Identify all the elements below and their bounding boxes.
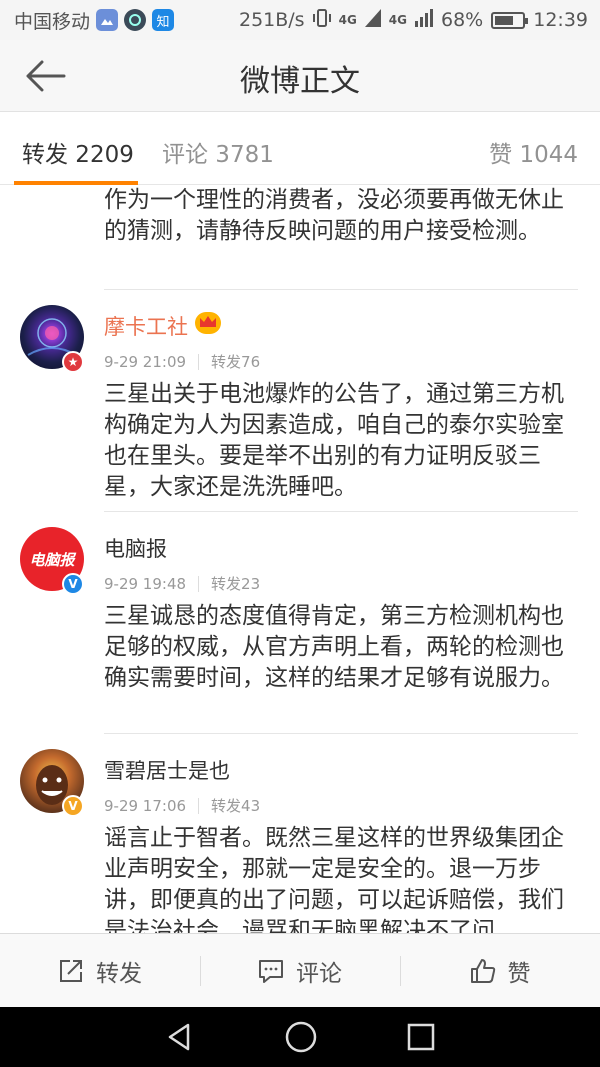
nav-recents-icon[interactable] <box>406 1022 436 1052</box>
repost-button[interactable]: 转发 <box>0 934 200 1007</box>
tab-like[interactable]: 赞 1044 <box>489 135 578 169</box>
divider <box>104 511 578 512</box>
like-button-label: 赞 <box>507 960 531 987</box>
user-name[interactable]: 雪碧居士是也 <box>104 755 230 785</box>
carrier-label: 中国移动 <box>14 10 91 33</box>
title-bar: 微博正文 <box>0 40 600 112</box>
comment-icon <box>259 959 283 983</box>
signal-icon-2 <box>415 8 433 32</box>
page-title: 微博正文 <box>240 64 360 99</box>
tab-repost[interactable]: 转发 2209 <box>22 135 134 169</box>
zhihu-app-icon: 知 <box>152 9 175 31</box>
clock: 12:39 <box>533 9 588 31</box>
like-button[interactable]: 赞 <box>400 934 600 1007</box>
tab-comment[interactable]: 评论 3781 <box>162 135 274 169</box>
truncated-repost-text: 作为一个理性的消费者，没必须要再做无休止的猜测，请静待反映问题的用户接受检测。 <box>104 187 564 244</box>
repost-count: 转发43 <box>211 797 261 815</box>
repost-count: 转发23 <box>211 575 261 593</box>
thumbs-up-icon <box>470 958 495 983</box>
meta-separator <box>198 353 200 370</box>
repost-button-label: 转发 <box>96 960 142 987</box>
repost-count: 转发76 <box>211 353 261 371</box>
battery-percent: 68% <box>441 9 484 31</box>
nav-home-icon[interactable] <box>284 1020 318 1054</box>
repost-list[interactable]: 作为一个理性的消费者，没必须要再做无休止的猜测，请静待反映问题的用户接受检测。 … <box>0 185 600 933</box>
post-time: 9-29 21:09 <box>104 352 187 371</box>
meta-separator <box>198 575 200 592</box>
network-type-1: 4G <box>338 13 357 27</box>
post-meta: 9-29 17:06 转发43 <box>104 795 260 816</box>
avatar-text: 电脑报 <box>29 550 75 569</box>
post-time: 9-29 17:06 <box>104 796 187 815</box>
repost-text: 三星诚恳的态度值得肯定，第三方检测机构也足够的权威，从官方声明上看，两轮的检测也… <box>104 603 564 691</box>
tab-bar: 转发 2209 评论 3781 赞 1044 <box>0 113 600 185</box>
status-bar: 中国移动 知 251B/s 4G 4G 68% 12:39 <box>0 0 600 40</box>
post-time: 9-29 19:48 <box>104 574 187 593</box>
user-name[interactable]: 电脑报 <box>104 533 167 563</box>
post-meta: 9-29 19:48 转发23 <box>104 573 260 594</box>
repost-icon <box>60 959 82 982</box>
vip-crown-icon <box>194 309 222 339</box>
verified-badge-icon: V <box>62 573 84 595</box>
battery-icon <box>491 11 529 29</box>
verified-badge-icon: ★ <box>62 351 84 373</box>
system-nav-bar <box>0 1007 600 1067</box>
gallery-app-icon <box>96 9 119 31</box>
repost-text: 三星出关于电池爆炸的公告了，通过第三方机构确定为人为因素造成，咱自己的泰尔实验室… <box>104 381 564 500</box>
divider <box>104 733 578 734</box>
network-type-2: 4G <box>388 13 407 27</box>
action-bar: 转发 评论 赞 <box>0 933 600 1007</box>
verified-badge-icon: V <box>62 795 84 817</box>
user-name[interactable]: 摩卡工社 <box>104 311 188 341</box>
post-meta: 9-29 21:09 转发76 <box>104 351 260 372</box>
vibrate-icon <box>312 8 331 33</box>
nav-back-icon[interactable] <box>164 1021 196 1053</box>
camera-app-icon <box>124 9 147 31</box>
comment-button[interactable]: 评论 <box>200 934 400 1007</box>
comment-button-label: 评论 <box>296 960 342 987</box>
net-speed: 251B/s <box>238 9 305 31</box>
meta-separator <box>198 797 200 814</box>
signal-icon-1 <box>364 8 381 32</box>
divider <box>104 289 578 290</box>
repost-text: 谣言止于智者。既然三星这样的世界级集团企业声明安全，那就一定是安全的。退一万步讲… <box>104 825 564 933</box>
